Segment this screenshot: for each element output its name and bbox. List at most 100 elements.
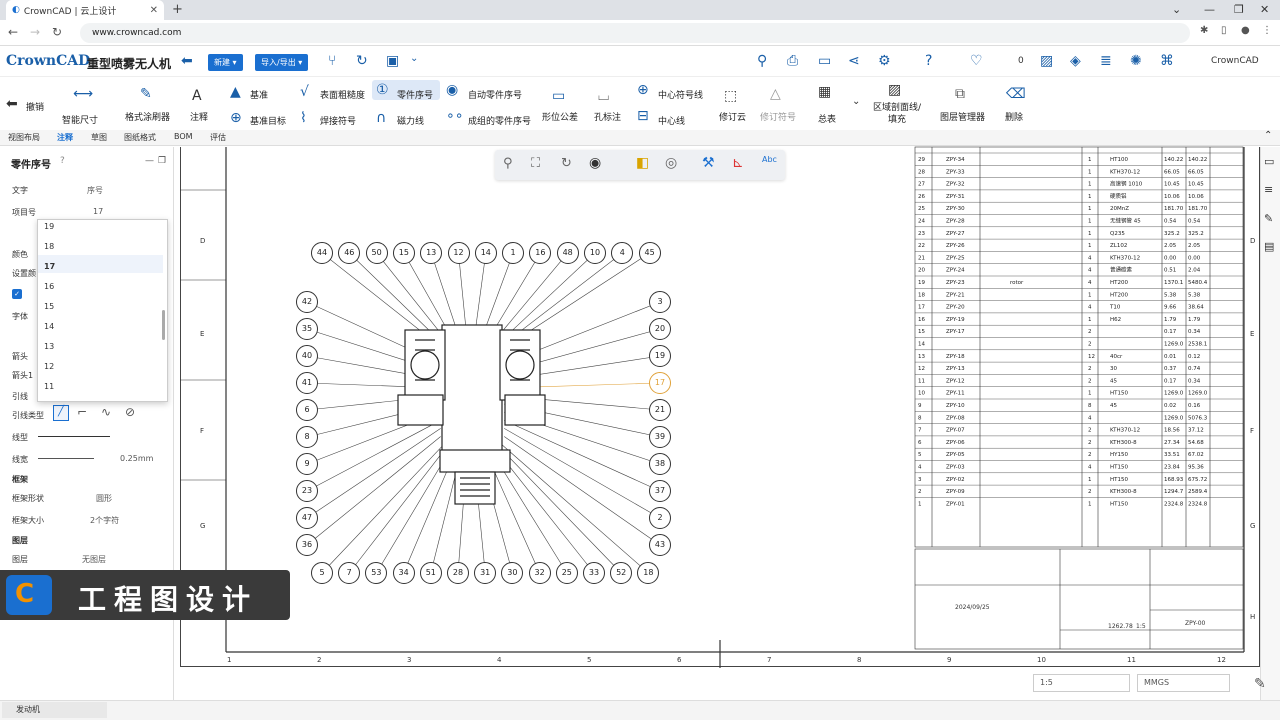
part-balloon[interactable]: 5	[311, 562, 333, 584]
scale-select[interactable]: 1:5	[1033, 674, 1130, 692]
part-balloon[interactable]: 46	[338, 242, 361, 264]
display-style-icon[interactable]: ◧	[636, 155, 649, 171]
part-balloon[interactable]: 36	[296, 534, 318, 556]
part-balloon[interactable]: 7	[338, 562, 361, 584]
zone-label-left: G	[200, 522, 206, 530]
part-balloon[interactable]: 1	[502, 242, 525, 264]
layer-select[interactable]: 无图层	[82, 554, 106, 565]
frame-size-select[interactable]: 2个字符	[90, 515, 119, 526]
item-number-dropdown[interactable]: 19181716151413121110	[37, 219, 168, 402]
dropdown-item[interactable]: 17	[44, 262, 55, 271]
part-balloon[interactable]: 18	[637, 562, 660, 584]
text-select[interactable]: 序号	[87, 185, 103, 196]
part-balloon[interactable]: 45	[638, 242, 661, 264]
part-balloon[interactable]: 44	[311, 242, 333, 264]
part-balloon[interactable]: 53	[365, 562, 388, 584]
dropdown-scrollbar[interactable]	[162, 310, 165, 340]
part-balloon[interactable]: 34	[392, 562, 415, 584]
part-balloon[interactable]: 9	[296, 453, 318, 475]
part-balloon[interactable]: 3	[649, 291, 671, 313]
dropdown-item[interactable]: 12	[44, 362, 54, 371]
titleblock-mass: 1262.78	[1108, 623, 1133, 630]
part-balloon[interactable]: 8	[296, 426, 318, 448]
part-balloon[interactable]: 14	[474, 242, 497, 264]
part-balloon[interactable]: 16	[529, 242, 552, 264]
visibility-icon[interactable]: ◉	[589, 155, 601, 171]
part-balloon[interactable]: 20	[649, 318, 671, 340]
part-balloon[interactable]: 52	[610, 562, 633, 584]
tree-item-engine[interactable]: 发动机	[2, 702, 107, 718]
popout-panel-icon[interactable]: ❐	[158, 156, 166, 166]
part-balloon[interactable]: 31	[474, 562, 497, 584]
axis-icon[interactable]: ⊾	[732, 155, 744, 171]
units-select[interactable]: MMGS	[1137, 674, 1230, 692]
appearance-icon[interactable]: ⚒	[702, 155, 715, 171]
dropdown-item[interactable]: 14	[44, 322, 54, 331]
part-balloon[interactable]: 12	[447, 242, 470, 264]
section-view-icon[interactable]: ◎	[665, 155, 677, 171]
part-balloon[interactable]: 42	[296, 291, 318, 313]
help-icon[interactable]: ?	[60, 156, 65, 166]
zone-label-right: E	[1250, 330, 1255, 338]
part-balloon[interactable]: 17	[649, 372, 671, 394]
part-balloon[interactable]: 48	[556, 242, 579, 264]
part-balloon[interactable]: 40	[296, 345, 318, 367]
dropdown-item[interactable]: 18	[44, 242, 54, 251]
checkbox[interactable]: ✓	[12, 289, 22, 299]
item-number-select[interactable]: 17	[93, 207, 103, 216]
panel-title: 零件序号	[11, 160, 51, 171]
zoom-icon[interactable]: ⚲	[503, 156, 513, 171]
storage-icon[interactable]: ▤	[1264, 240, 1274, 253]
layer-sub-label: 图层	[12, 555, 28, 564]
part-balloon[interactable]: 25	[555, 562, 578, 584]
leader-curve-icon[interactable]: ∿	[101, 405, 111, 419]
part-balloon[interactable]: 21	[649, 399, 671, 421]
part-balloon[interactable]: 50	[365, 242, 388, 264]
minimize-panel-icon[interactable]: —	[145, 156, 154, 166]
part-balloon[interactable]: 30	[501, 562, 524, 584]
dropdown-item[interactable]: 11	[44, 382, 54, 391]
layer-label: 图层	[12, 536, 28, 545]
part-balloon[interactable]: 33	[583, 562, 605, 584]
dropdown-item[interactable]: 16	[44, 282, 54, 291]
part-balloon[interactable]: 6	[296, 399, 318, 421]
part-balloon[interactable]: 32	[528, 562, 551, 584]
part-balloon[interactable]: 28	[447, 562, 469, 584]
part-balloon[interactable]: 15	[392, 242, 415, 264]
leader-none-icon[interactable]: ⊘	[125, 405, 135, 419]
part-balloon[interactable]: 13	[420, 242, 443, 264]
line-type-label: 线型	[12, 433, 28, 442]
part-balloon[interactable]: 35	[296, 318, 318, 340]
dropdown-item[interactable]: 13	[44, 342, 54, 351]
column-label: 12	[1217, 656, 1226, 664]
part-balloon[interactable]: 23	[296, 480, 318, 502]
folder-icon[interactable]: ▭	[1264, 155, 1274, 168]
part-balloon[interactable]: 10	[584, 242, 606, 264]
line-width-select[interactable]: 0.25mm	[120, 454, 153, 463]
zone-label-right: F	[1250, 427, 1255, 435]
part-balloon[interactable]: 43	[649, 534, 671, 556]
part-balloon[interactable]: 37	[649, 480, 671, 502]
leader-bent-icon[interactable]: ⌐	[77, 405, 87, 419]
wrench-icon[interactable]: ✎	[1264, 212, 1273, 225]
line-type-preview[interactable]	[38, 436, 110, 437]
server-icon[interactable]: ≡	[1264, 183, 1273, 196]
rotate-icon[interactable]: ↻	[561, 156, 572, 171]
part-balloon[interactable]: 41	[296, 372, 318, 394]
part-balloon[interactable]: 38	[649, 453, 671, 475]
fit-view-icon[interactable]: ⛶	[531, 156, 540, 171]
part-balloon[interactable]: 39	[649, 426, 671, 448]
part-balloon[interactable]: 19	[649, 345, 671, 367]
frame-shape-select[interactable]: 圆形	[96, 493, 112, 504]
dropdown-item[interactable]: 15	[44, 302, 54, 311]
part-balloon[interactable]: 47	[296, 507, 318, 529]
dropdown-item[interactable]: 19	[44, 222, 54, 231]
zone-label-left: E	[200, 330, 205, 338]
column-label: 3	[407, 656, 412, 664]
leader-straight-icon[interactable]: ╱	[53, 405, 69, 421]
spellcheck-icon[interactable]: Abc	[762, 155, 777, 164]
part-balloon[interactable]: 2	[649, 507, 671, 529]
part-balloon[interactable]: 51	[419, 562, 442, 584]
part-balloon[interactable]: 4	[611, 242, 634, 264]
feedback-icon[interactable]: ✎	[1254, 676, 1266, 692]
